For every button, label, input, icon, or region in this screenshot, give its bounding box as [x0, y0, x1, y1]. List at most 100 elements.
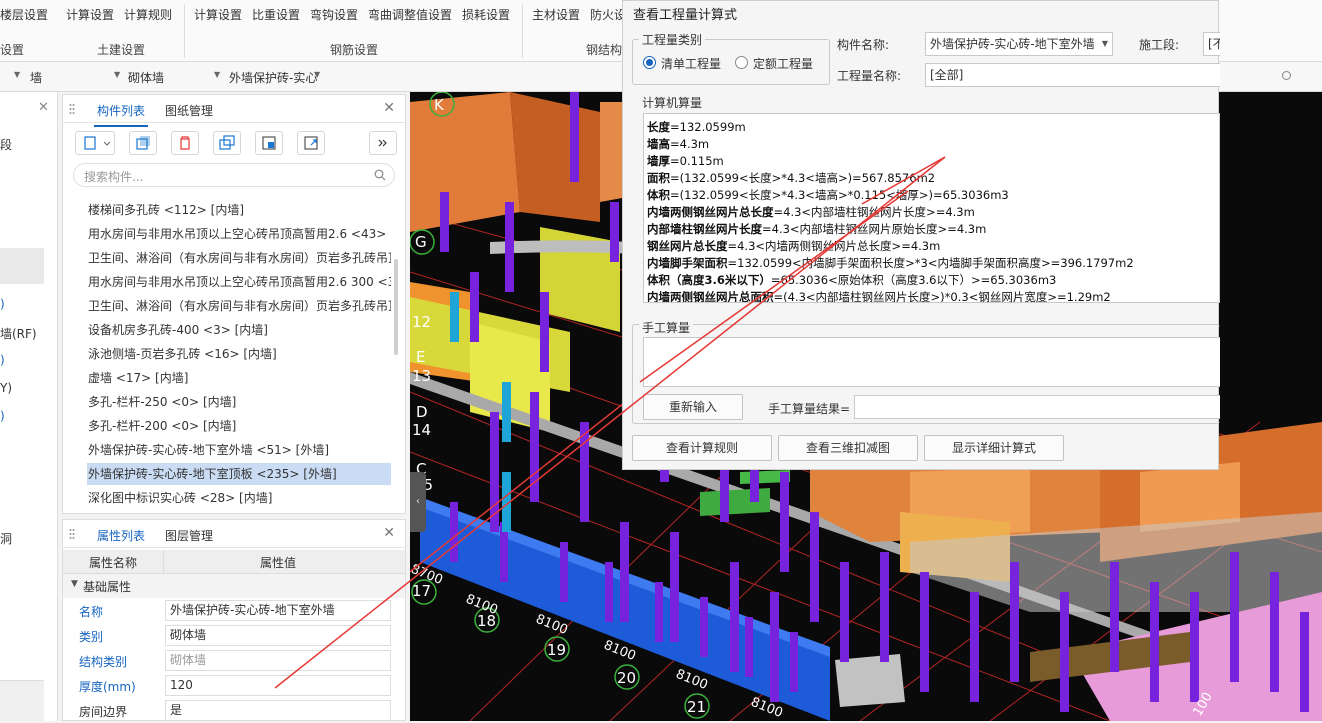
component-name-select[interactable]: 外墙保护砖-实心砖-地下室外墙 ▼	[925, 32, 1113, 56]
ribbon-group-label: 土建设置	[97, 43, 146, 57]
chevron-down-icon[interactable]: ▼	[214, 70, 220, 79]
collapse-triangle-icon[interactable]: ▼	[71, 579, 78, 589]
new-component-button[interactable]	[75, 131, 115, 155]
collapse-panel-handle[interactable]: ‹	[410, 472, 426, 532]
circle-icon[interactable]	[1282, 71, 1291, 80]
component-list-item[interactable]: 外墙保护砖-实心砖-地下室顶板 <235> [外墙]	[87, 463, 391, 485]
manual-result-field[interactable]	[854, 395, 1220, 419]
radio-label[interactable]: 清单工程量	[661, 55, 721, 72]
more-tools-button[interactable]	[369, 131, 397, 155]
radio-quota-quantity[interactable]	[735, 56, 748, 69]
tab-component-list[interactable]: 构件列表	[93, 102, 149, 127]
delete-component-button[interactable]	[171, 131, 199, 155]
ribbon-button-density-settings[interactable]: 比重设置	[252, 6, 300, 23]
formula-expression: =132.0599m	[670, 120, 746, 134]
component-type-select[interactable]: 墙	[30, 69, 42, 86]
component-list-item[interactable]: 泳池侧墙-页岩多孔砖 <16> [内墙]	[87, 343, 391, 365]
manual-formula-input[interactable]	[643, 337, 1220, 387]
property-name: 类别	[79, 630, 104, 644]
view-calc-rules-button[interactable]: 查看计算规则	[632, 435, 772, 461]
drag-handle-icon[interactable]	[69, 103, 75, 115]
formula-expression: =(132.0599<长度>*4.3<墙高>*0.115<墙厚>)=65.303…	[670, 188, 1009, 202]
component-subtype-select[interactable]: 砌体墙	[128, 69, 164, 86]
property-value[interactable]: 砌体墙	[165, 650, 391, 671]
show-detailed-formula-button[interactable]: 显示详细计算式	[924, 435, 1064, 461]
component-list-item[interactable]: 多孔-栏杆-200 <0> [内墙]	[87, 415, 391, 437]
tree-item[interactable]: 洞	[0, 530, 12, 547]
component-list-item[interactable]: 深化图中标识实心砖 <28> [内墙]	[87, 487, 391, 509]
tree-item[interactable]: 墙(RF)	[0, 325, 37, 342]
tree-item[interactable]: )	[0, 297, 5, 311]
component-list-item[interactable]: 虚墙 <17> [内墙]	[87, 367, 391, 389]
component-name-select[interactable]: 外墙保护砖-实心	[229, 69, 317, 86]
component-list-item[interactable]: 楼梯间多孔砖 <112> [内墙]	[87, 199, 391, 221]
dialog-title: 查看工程量计算式	[633, 8, 738, 23]
tree-item[interactable]: Y)	[0, 381, 12, 395]
ribbon-button-bend-adjust-settings[interactable]: 弯曲调整值设置	[368, 6, 452, 23]
scrollbar-thumb[interactable]	[394, 259, 398, 355]
tree-item[interactable]: 段	[0, 136, 12, 153]
reinput-button[interactable]: 重新输入	[643, 394, 743, 420]
chevron-down-icon[interactable]: ▼	[314, 70, 320, 79]
property-row[interactable]: 房间边界 是	[63, 698, 405, 723]
copy-component-button[interactable]	[129, 131, 157, 155]
quantity-name-select[interactable]: [全部]	[925, 63, 1220, 87]
drag-handle-icon[interactable]	[69, 528, 75, 540]
tab-drawing-management[interactable]: 图纸管理	[165, 102, 213, 119]
axis-label-19: 19	[547, 641, 566, 659]
property-value[interactable]: 外墙保护砖-实心砖-地下室外墙	[165, 600, 391, 621]
ribbon-button-calc-rules[interactable]: 计算规则	[124, 6, 172, 23]
ribbon-button-loss-settings[interactable]: 损耗设置	[462, 6, 510, 23]
property-value[interactable]: 120	[165, 675, 391, 696]
stage-select[interactable]: [不	[1203, 32, 1220, 56]
ribbon-button-hook-settings[interactable]: 弯钩设置	[310, 6, 358, 23]
component-list-item[interactable]: 多孔-栏杆-250 <0> [内墙]	[87, 391, 391, 413]
property-row[interactable]: 结构类别 砌体墙	[63, 648, 405, 673]
close-icon[interactable]: ✕	[383, 525, 395, 541]
axis-label-13: 13	[412, 367, 431, 385]
axis-label-k: K	[434, 96, 445, 114]
ribbon-button-main-material-settings[interactable]: 主材设置	[532, 6, 580, 23]
export-icon	[304, 136, 318, 150]
chevron-down-icon[interactable]: ▼	[114, 70, 120, 79]
ribbon-button-floor-settings[interactable]: 楼层设置	[0, 6, 48, 23]
search-icon[interactable]	[374, 169, 386, 181]
component-list-item[interactable]: 卫生间、淋浴间（有水房间与非有水房间）页岩多孔砖吊顶	[87, 295, 391, 317]
tree-item[interactable]: )	[0, 409, 5, 423]
radio-bill-quantity[interactable]	[643, 56, 656, 69]
import-component-button[interactable]	[255, 131, 283, 155]
close-icon[interactable]: ✕	[383, 100, 395, 116]
view-3d-deduction-button[interactable]: 查看三维扣减图	[778, 435, 918, 461]
group-label: 手工算量	[639, 319, 694, 336]
ribbon-button-rebar-calc-settings[interactable]: 计算设置	[194, 6, 242, 23]
component-list-item[interactable]: 卫生间、淋浴间（有水房间与非有水房间）页岩多孔砖吊顶	[87, 247, 391, 269]
computer-formula-box[interactable]: 长度=132.0599m 墙高=4.3m 墙厚=0.115m 面积=(132.0599…	[643, 113, 1220, 303]
property-section-basic[interactable]: ▼ 基础属性	[63, 574, 405, 598]
formula-expression: =(132.0599<长度>*4.3<墙高>)=567.8576m2	[670, 171, 936, 185]
copy-to-floor-button[interactable]	[213, 131, 241, 155]
radio-label[interactable]: 定额工程量	[753, 55, 813, 72]
component-list-item[interactable]: 外墙保护砖-实心砖-地下室外墙 <51> [外墙]	[87, 439, 391, 461]
chevron-down-icon[interactable]: ▼	[1102, 33, 1108, 55]
property-row[interactable]: 类别 砌体墙	[63, 623, 405, 648]
property-value[interactable]: 是	[165, 700, 391, 721]
chevron-down-icon[interactable]: ▼	[14, 70, 20, 79]
property-name: 厚度(mm)	[79, 680, 136, 694]
property-value[interactable]: 砌体墙	[165, 625, 391, 646]
close-icon[interactable]: ✕	[38, 100, 49, 115]
component-list-item[interactable]: 用水房间与非用水吊顶以上空心砖吊顶高暂用2.6 300 <3	[87, 271, 391, 293]
group-label: 工程量类别	[639, 31, 706, 48]
tab-property-list[interactable]: 属性列表	[93, 527, 149, 552]
component-list-item[interactable]: 设备机房多孔砖-400 <3> [内墙]	[87, 319, 391, 341]
ribbon-button-calc-settings[interactable]: 计算设置	[66, 6, 114, 23]
export-component-button[interactable]	[297, 131, 325, 155]
ribbon-button-fireproof-settings[interactable]: 防火设	[590, 6, 626, 23]
tree-item[interactable]: )	[0, 353, 5, 367]
property-row[interactable]: 厚度(mm) 120	[63, 673, 405, 698]
formula-expression: =0.115m	[670, 154, 724, 168]
component-list-item[interactable]: 用水房间与非用水吊顶以上空心砖吊顶高暂用2.6 <43> [	[87, 223, 391, 245]
tab-layer-management[interactable]: 图层管理	[165, 527, 213, 544]
property-row[interactable]: 名称 外墙保护砖-实心砖-地下室外墙	[63, 598, 405, 623]
component-search-input[interactable]: 搜索构件...	[73, 163, 395, 187]
navigation-tree-panel: ✕ 段 ) 墙(RF) ) Y) ) 洞	[0, 92, 58, 721]
